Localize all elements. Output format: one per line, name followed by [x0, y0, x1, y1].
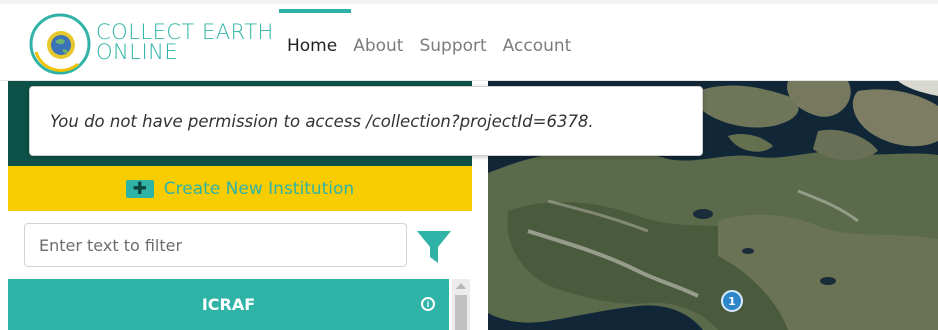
institution-item-icraf[interactable]: ICRAF i: [8, 279, 449, 330]
logo-line-2: ONLINE: [96, 40, 179, 64]
institution-filter-input[interactable]: [24, 223, 407, 267]
top-border: [0, 0, 938, 4]
top-navbar: COLLECT EARTH ONLINE Home About Support …: [0, 0, 938, 81]
nav-support[interactable]: Support: [419, 36, 486, 56]
info-icon[interactable]: i: [421, 297, 435, 311]
nav-account[interactable]: Account: [503, 36, 572, 56]
permission-alert: You do not have permission to access /co…: [29, 86, 703, 156]
map-cluster-marker[interactable]: 1: [721, 290, 743, 312]
create-institution-label: Create New Institution: [163, 178, 355, 199]
logo-line-1: COLLECT EARTH: [96, 20, 274, 44]
create-institution-button[interactable]: ✚ Create New Institution: [8, 166, 472, 211]
collect-earth-logo-icon[interactable]: [28, 12, 92, 76]
alert-message: You do not have permission to access /co…: [50, 111, 594, 131]
add-icon: ✚: [125, 179, 154, 198]
active-tab-indicator: [279, 9, 351, 13]
institution-list: ICRAF i: [8, 279, 472, 330]
nav-about[interactable]: About: [353, 36, 403, 56]
logo-wordmark[interactable]: COLLECT EARTH ONLINE: [96, 20, 274, 64]
nav-home[interactable]: Home: [287, 36, 337, 56]
filter-row: [8, 211, 472, 279]
main-nav: Home About Support Account: [287, 36, 571, 56]
institution-list-scrollbar[interactable]: [452, 279, 470, 330]
funnel-icon[interactable]: [414, 227, 454, 267]
scroll-up-arrow-icon[interactable]: [456, 283, 466, 289]
institution-name: ICRAF: [201, 295, 256, 314]
scroll-thumb[interactable]: [455, 295, 467, 330]
